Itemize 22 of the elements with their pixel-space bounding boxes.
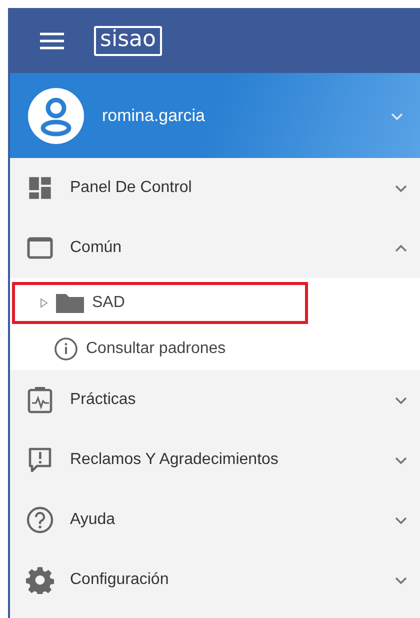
chevron-up-icon[interactable]	[394, 243, 408, 253]
folder-icon	[56, 293, 84, 313]
chevron-down-icon[interactable]	[394, 575, 408, 585]
info-icon	[54, 337, 78, 361]
logo: sisao	[94, 26, 162, 56]
window-icon	[26, 236, 54, 260]
chevron-down-icon[interactable]	[394, 183, 408, 193]
caret-right-icon[interactable]	[40, 298, 48, 308]
submenu-item[interactable]: Consultar padrones	[10, 328, 306, 370]
feedback-icon	[26, 446, 54, 474]
avatar-icon	[28, 88, 84, 144]
menu-icon[interactable]	[40, 32, 64, 50]
user-name: romina.garcia	[102, 104, 206, 127]
clipboard-icon	[26, 386, 54, 414]
dashboard-icon	[26, 175, 54, 201]
settings-icon	[26, 566, 54, 594]
chevron-down-icon[interactable]	[390, 110, 404, 120]
chevron-down-icon[interactable]	[394, 515, 408, 525]
submenu-item[interactable]: SAD	[12, 282, 308, 324]
chevron-down-icon[interactable]	[394, 455, 408, 465]
chevron-down-icon[interactable]	[394, 395, 408, 405]
help-icon	[26, 506, 54, 534]
